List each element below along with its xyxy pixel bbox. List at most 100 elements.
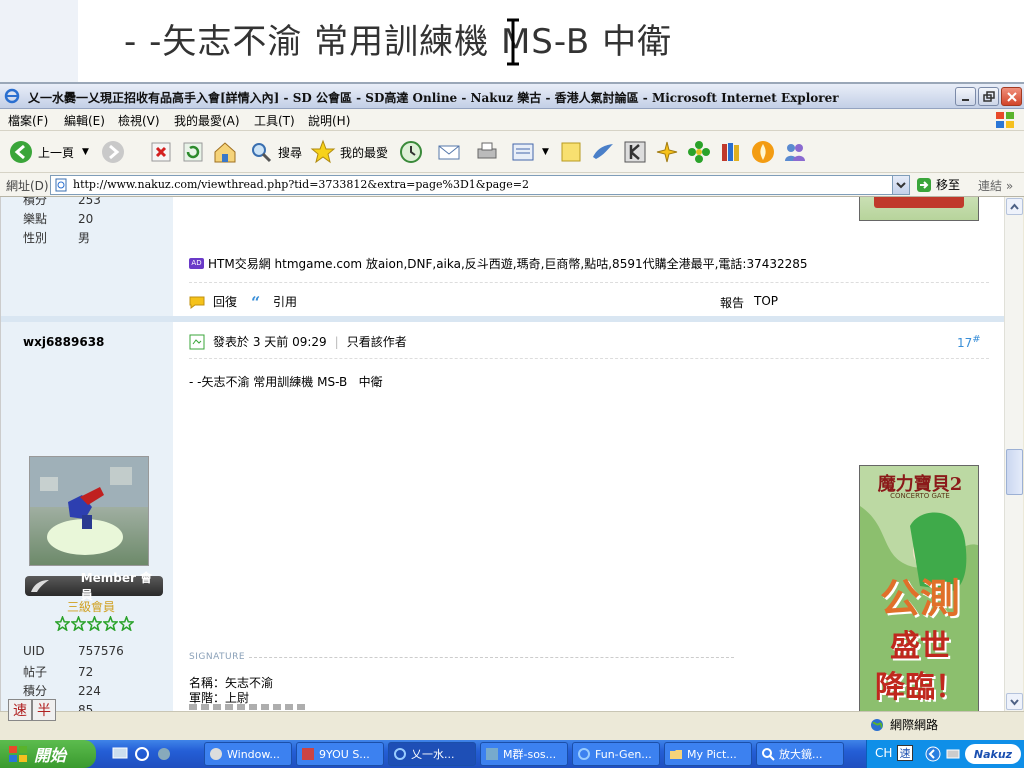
- ie-logo-icon: [4, 88, 20, 104]
- go-button[interactable]: 移至: [916, 176, 960, 193]
- windows-flag-icon: [9, 746, 27, 762]
- stat-key: 帖子: [23, 665, 48, 679]
- favorites-button[interactable]: 我的最愛: [310, 137, 388, 167]
- status-bar: 網際網路: [0, 711, 1024, 737]
- mail-button[interactable]: [436, 137, 462, 167]
- language-indicator[interactable]: CH: [875, 746, 892, 760]
- chevron-left-icon[interactable]: [925, 746, 941, 762]
- minimize-button[interactable]: [955, 87, 976, 106]
- game-ad-image[interactable]: 魔力寶貝2 CONCERTO GATE 公測 盛世 降臨！: [859, 465, 979, 711]
- signature-label: SIGNATURE: [189, 652, 246, 662]
- star-icon: [71, 616, 86, 631]
- scroll-down-button[interactable]: [1006, 693, 1023, 710]
- svg-text:“: “: [251, 295, 260, 309]
- close-button[interactable]: [1001, 87, 1022, 106]
- prev-stat-credits: 積分 253: [23, 197, 101, 208]
- forward-button[interactable]: [100, 137, 126, 167]
- edit-page-icon: [512, 143, 534, 161]
- reply-button[interactable]: 回復: [189, 293, 237, 310]
- edit-dropdown-icon[interactable]: ▼: [542, 147, 549, 157]
- signature-line-3-clipped: [189, 704, 339, 710]
- address-dropdown-button[interactable]: [892, 176, 909, 194]
- author-username[interactable]: wxj6889638: [23, 335, 104, 349]
- star-icon: [87, 616, 102, 631]
- plugin-button[interactable]: [750, 137, 776, 167]
- home-button[interactable]: [212, 137, 238, 167]
- window-title: 乂一水爨一乂現正招收有品高手入會[詳情入內] - SD 公會區 - SD高達 O…: [28, 91, 839, 105]
- media-player-icon[interactable]: [156, 746, 172, 762]
- icq-button[interactable]: [686, 137, 712, 167]
- top-link[interactable]: TOP: [754, 294, 778, 308]
- tool-k-button[interactable]: [622, 137, 648, 167]
- task-my-pictures[interactable]: My Pict...: [664, 742, 752, 766]
- chat-icon: [486, 748, 498, 760]
- post-floor[interactable]: 17#: [957, 334, 981, 350]
- scroll-up-button[interactable]: [1006, 198, 1023, 215]
- nakuz-tray-logo[interactable]: Nakuz: [965, 744, 1021, 764]
- start-button[interactable]: 開始: [0, 740, 96, 768]
- menu-help[interactable]: 說明(H): [308, 112, 350, 129]
- chevron-up-icon: [1010, 203, 1019, 210]
- task-mqun[interactable]: M群-sos...: [480, 742, 568, 766]
- stat-value: 85: [78, 703, 94, 711]
- floor-mark: #: [972, 334, 981, 345]
- only-author-link[interactable]: 只看該作者: [347, 333, 407, 350]
- history-icon: [400, 141, 422, 163]
- start-label: 開始: [34, 746, 67, 765]
- back-button[interactable]: 上一頁 ▼: [8, 137, 89, 167]
- stop-button[interactable]: [148, 137, 174, 167]
- report-link[interactable]: 報告: [720, 294, 744, 311]
- ime-halfwidth-button[interactable]: 半: [32, 699, 56, 721]
- print-button[interactable]: [474, 137, 500, 167]
- history-button[interactable]: [398, 137, 424, 167]
- task-ie-forum[interactable]: 乂一水...: [388, 742, 476, 766]
- messenger-button[interactable]: [590, 137, 616, 167]
- people-button[interactable]: [782, 137, 808, 167]
- research-button[interactable]: [718, 137, 744, 167]
- stat-key: UID: [23, 644, 45, 658]
- task-fungen[interactable]: Fun-Gen...: [572, 742, 660, 766]
- zone-label: 網際網路: [890, 718, 939, 732]
- quote-button[interactable]: “ 引用: [251, 293, 297, 310]
- magnified-text: - -矢志不渝 常用訓練機 MS-B 中衛: [124, 22, 673, 62]
- avatar-robot-image: [30, 457, 148, 555]
- task-label: Window...: [227, 747, 280, 761]
- network-icon[interactable]: [945, 746, 961, 762]
- vertical-scrollbar[interactable]: [1004, 197, 1023, 711]
- restore-button[interactable]: [978, 87, 999, 106]
- stat-value: 253: [78, 197, 101, 207]
- author-avatar[interactable]: [29, 456, 149, 566]
- task-magnifier[interactable]: 放大鏡...: [756, 742, 844, 766]
- menu-file[interactable]: 檔案(F): [8, 112, 48, 129]
- back-dropdown-icon[interactable]: ▼: [82, 147, 89, 157]
- scroll-thumb[interactable]: [1006, 449, 1023, 495]
- note-button[interactable]: [558, 137, 584, 167]
- star-icon: [310, 139, 336, 164]
- ime-indicator[interactable]: 速: [897, 745, 913, 761]
- tool-sparkle-button[interactable]: [654, 137, 680, 167]
- menu-favorites[interactable]: 我的最愛(A): [174, 112, 240, 129]
- ie-logo-icon[interactable]: [134, 746, 150, 762]
- search-button[interactable]: 搜尋: [248, 137, 302, 167]
- stat-key: 樂點: [23, 212, 48, 226]
- desktop-icon[interactable]: [112, 746, 128, 762]
- rank-stars: [55, 616, 134, 631]
- menu-view[interactable]: 檢視(V): [118, 112, 160, 129]
- stat-value: 224: [78, 684, 101, 698]
- address-input[interactable]: http://www.nakuz.com/viewthread.php?tid=…: [50, 175, 910, 195]
- menu-edit[interactable]: 編輯(E): [64, 112, 105, 129]
- text-ad-link[interactable]: AD HTM交易網 htmgame.com 放aion,DNF,aika,反斗西…: [189, 255, 808, 272]
- floor-number: 17: [957, 336, 973, 350]
- links-toolbar[interactable]: 連結 »: [978, 177, 1013, 194]
- stat-credits: 積分 224: [23, 682, 101, 699]
- prev-ad-image[interactable]: [859, 197, 979, 221]
- stop-icon: [151, 142, 171, 162]
- menu-tools[interactable]: 工具(T): [254, 112, 295, 129]
- title-bar[interactable]: 乂一水爨一乂現正招收有品高手入會[詳情入內] - SD 公會區 - SD高達 O…: [0, 84, 1024, 109]
- refresh-button[interactable]: [180, 137, 206, 167]
- ime-speed-button[interactable]: 速: [8, 699, 32, 721]
- quote-icon: “: [251, 295, 260, 309]
- task-windows[interactable]: Window...: [204, 742, 292, 766]
- edit-button[interactable]: ▼: [510, 137, 549, 167]
- task-9you[interactable]: 9YOU S...: [296, 742, 384, 766]
